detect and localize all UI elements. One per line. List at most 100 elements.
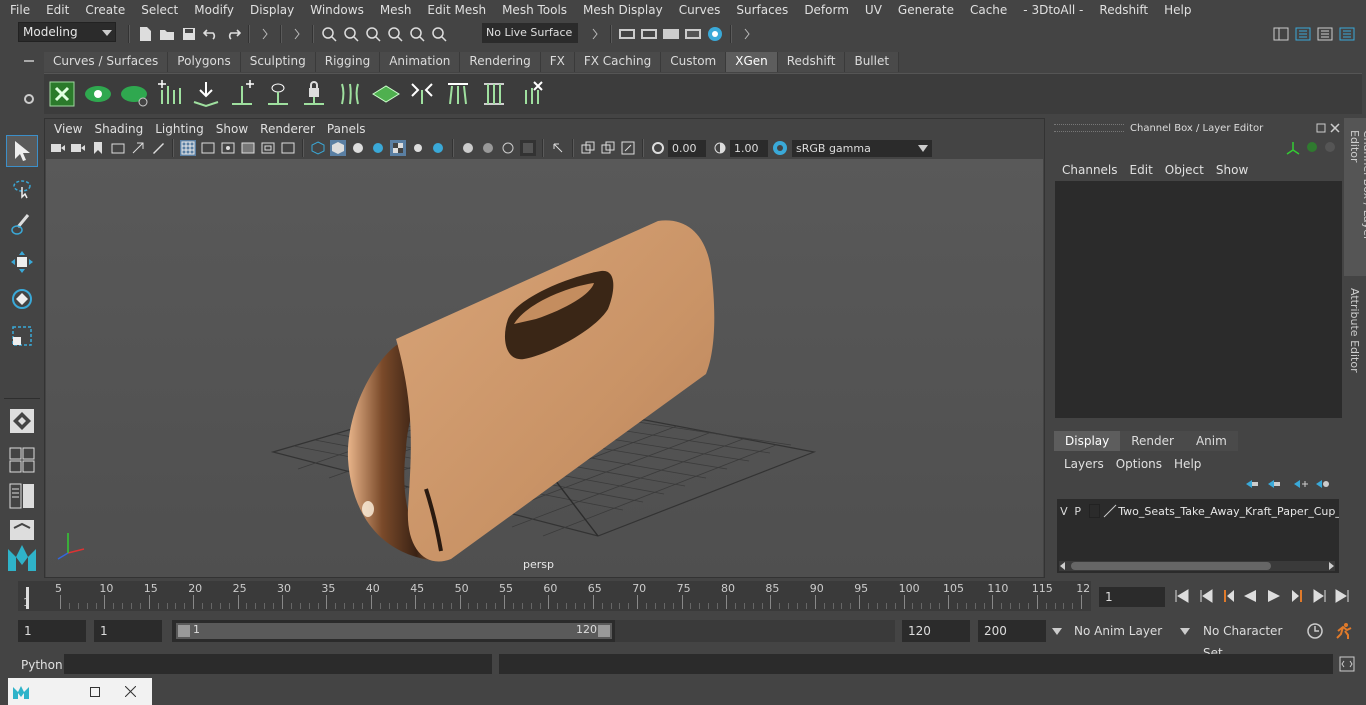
menu-mesh[interactable]: Mesh [372,0,420,20]
render-frame-icon[interactable] [618,25,636,43]
shelf-settings-gear-icon[interactable] [22,92,36,106]
xray-joints-icon[interactable] [580,140,596,156]
auto-key-icon[interactable] [1306,622,1324,640]
layer-type-toggle[interactable] [1088,504,1101,518]
channel-box-area[interactable] [1055,181,1342,418]
go-to-start-icon[interactable] [1174,588,1198,606]
anti-alias-icon[interactable] [480,140,496,156]
xgen-delete-guides-icon[interactable] [514,77,546,111]
snap-point-icon[interactable] [364,25,382,43]
menu-generate[interactable]: Generate [890,0,962,20]
cb-menu-edit[interactable]: Edit [1124,163,1159,177]
exposure-icon[interactable] [650,140,666,156]
tab-bullet[interactable]: Bullet [845,52,900,72]
xgen-flip-guides-icon[interactable] [478,77,510,111]
menu-3dtoall[interactable]: - 3DtoAll - [1015,0,1091,20]
menu-mesh-tools[interactable]: Mesh Tools [494,0,575,20]
cb-menu-channels[interactable]: Channels [1056,163,1124,177]
default-material-icon[interactable] [350,140,366,156]
depth-of-field-icon[interactable] [500,140,516,156]
open-scene-icon[interactable] [158,25,176,43]
xgen-rebuild-guides-icon[interactable] [406,77,438,111]
color-space-select[interactable]: sRGB gamma [792,139,932,157]
workspace-icon[interactable] [1272,25,1290,43]
le-menu-layers[interactable]: Layers [1058,457,1110,471]
textured-icon[interactable] [370,140,386,156]
xgen-sculpt-guides-icon[interactable] [334,77,366,111]
safe-action-icon[interactable] [280,140,296,156]
tool-settings-toggle-icon[interactable] [1316,25,1334,43]
ipr-render-icon[interactable] [640,25,658,43]
xray-active-icon[interactable] [600,140,616,156]
snap-surface-icon[interactable] [408,25,426,43]
xgen-lock-guides-icon[interactable] [298,77,330,111]
collapse-icon-3[interactable] [586,25,604,43]
tab-fx-caching[interactable]: FX Caching [574,52,662,72]
tab-fx[interactable]: FX [540,52,575,72]
tab-polygons[interactable]: Polygons [168,52,241,72]
layer-row[interactable]: V P Two_Seats_Take_Away_Kraft_Paper_Cup_… [1057,501,1339,521]
panel-menu-panels[interactable]: Panels [321,120,372,138]
menu-modify[interactable]: Modify [186,0,242,20]
gamma-field[interactable]: 1.00 [730,139,768,157]
layer-color-icon[interactable] [1102,504,1118,518]
menu-edit[interactable]: Edit [38,0,77,20]
xgen-guides-to-curves-icon[interactable] [370,77,402,111]
tab-anim[interactable]: Anim [1184,431,1238,451]
go-to-end-icon[interactable] [1334,588,1356,606]
move-layer-up-icon[interactable] [1244,478,1266,493]
panel-menu-lighting[interactable]: Lighting [149,120,210,138]
minimize-icon[interactable] [34,678,80,705]
scroll-left-icon[interactable] [1059,562,1067,570]
live-surface-field[interactable]: No Live Surface [482,23,578,43]
color-management-icon[interactable] [772,140,788,156]
panel-grip[interactable] [1054,124,1124,132]
smooth-shade-icon[interactable] [330,140,346,156]
gamma-icon[interactable] [712,140,728,156]
xgen-select-guides-icon[interactable] [262,77,294,111]
rotate-tool-icon[interactable] [6,283,38,315]
menu-windows[interactable]: Windows [302,0,372,20]
scrollbar-thumb[interactable] [1071,562,1271,570]
tab-rigging[interactable]: Rigging [315,52,381,72]
isolate-select-icon[interactable] [550,140,566,156]
snap-view-icon[interactable] [386,25,404,43]
range-end-handle[interactable] [598,625,610,637]
menu-help[interactable]: Help [1156,0,1199,20]
redo-icon[interactable] [224,25,242,43]
xgen-clear-preview-icon[interactable] [118,77,150,111]
layout-outliner-icon[interactable] [6,480,38,512]
render-settings-icon[interactable] [684,25,702,43]
scroll-right-icon[interactable] [1327,562,1335,570]
step-forward-key-icon[interactable] [1290,589,1312,606]
end-time-field[interactable]: 200 [978,620,1046,642]
viewport-3d[interactable]: persp [46,159,1043,577]
layout-single-icon[interactable] [6,444,38,476]
maya-logo-icon[interactable] [6,542,38,574]
soft-select-icon[interactable] [6,405,38,437]
tab-display[interactable]: Display [1054,431,1121,451]
speed-icon[interactable] [1306,141,1318,156]
tab-custom[interactable]: Custom [661,52,727,72]
cb-menu-object[interactable]: Object [1159,163,1210,177]
ipr-icon[interactable] [662,25,680,43]
save-scene-icon[interactable] [180,25,198,43]
shadows-icon[interactable] [410,140,426,156]
start-time-field[interactable]: 1 [18,620,86,642]
attribute-editor-toggle-icon[interactable] [1338,25,1356,43]
tab-curves-surfaces[interactable]: Curves / Surfaces [44,52,169,72]
menu-create[interactable]: Create [77,0,133,20]
scale-tool-icon[interactable] [6,320,38,352]
snap-curve-icon[interactable] [342,25,360,43]
le-menu-help[interactable]: Help [1168,457,1207,471]
collapse-icon[interactable] [256,25,274,43]
preferences-runner-icon[interactable] [1334,622,1354,640]
character-set-field[interactable]: No Character Set [1197,620,1301,660]
mode-selector[interactable]: Modeling [18,22,116,42]
close-panel-icon[interactable] [1330,122,1340,136]
maximize-icon[interactable] [80,678,110,705]
snap-live-icon[interactable] [430,25,448,43]
cb-menu-show[interactable]: Show [1210,163,1254,177]
move-tool-icon[interactable] [6,246,38,278]
tab-render[interactable]: Render [1120,431,1185,451]
